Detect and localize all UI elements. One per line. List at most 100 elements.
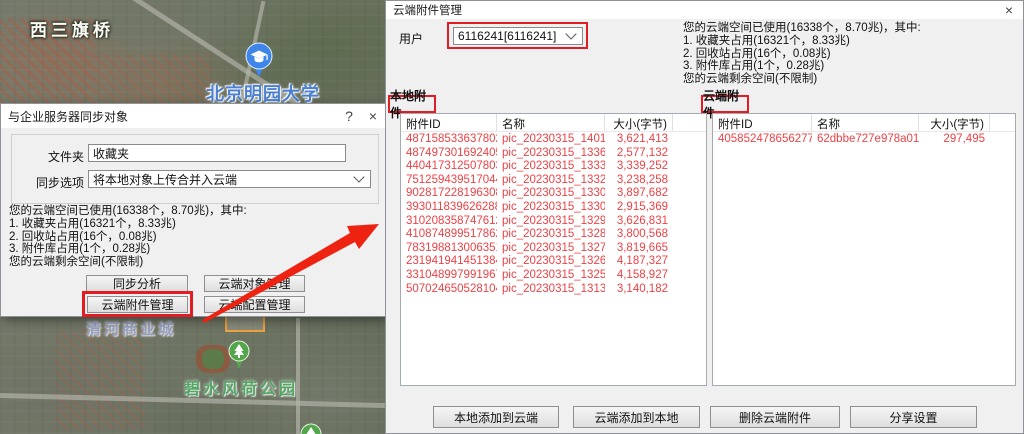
table-row[interactable]: 405852478656277007562dbbe727e978a012...2… <box>713 133 1015 147</box>
attachment-dialog-title: 云端附件管理 <box>386 2 995 18</box>
help-button[interactable]: ? <box>337 108 361 124</box>
table-cell: pic_20230315_13302... <box>497 187 605 201</box>
table-cell: 4404173125078035193 <box>401 160 497 174</box>
column-header-id[interactable]: 附件ID <box>401 114 497 131</box>
table-cell: 4,158,927 <box>605 269 673 283</box>
table-cell: 2319419414513845836 <box>401 255 497 269</box>
usage-line: 您的云端剩余空间(不限制) <box>683 73 921 86</box>
close-icon[interactable]: × <box>995 2 1023 18</box>
chevron-down-icon <box>353 171 364 182</box>
table-cell: 4874973016924055259 <box>401 147 497 161</box>
column-header-id[interactable]: 附件ID <box>713 114 812 131</box>
table-row[interactable]: 4874973016924055259pic_20230315_13364...… <box>401 147 706 161</box>
table-cell: pic_20230315_13254... <box>497 269 605 283</box>
column-header-name[interactable]: 名称 <box>497 114 605 131</box>
table-cell: 4871585336378026500 <box>401 133 497 147</box>
chevron-down-icon <box>565 28 576 39</box>
table-cell: 3,140,182 <box>605 283 673 297</box>
table-row[interactable]: 9028172281963083908pic_20230315_13302...… <box>401 187 706 201</box>
table-cell: 9028172281963083908 <box>401 187 497 201</box>
table-cell: 3,819,665 <box>605 242 673 256</box>
column-header-spacer <box>990 114 1015 131</box>
table-cell: 2,915,369 <box>605 201 673 215</box>
sync-option-label: 同步选项 <box>12 174 84 191</box>
column-header-size[interactable]: 大小(字节) <box>605 114 673 131</box>
cloud-attachments-label: 云端附件 <box>701 95 749 113</box>
table-cell: pic_20230315_13335... <box>497 160 605 174</box>
table-cell: 3,621,413 <box>605 133 673 147</box>
attachment-dialog-titlebar[interactable]: 云端附件管理 × <box>386 1 1023 19</box>
sync-dialog-title: 与企业服务器同步对象 <box>1 108 337 125</box>
table-cell: pic_20230315_13280... <box>497 228 605 242</box>
add-cloud-to-local-button[interactable]: 云端添加到本地 <box>573 406 700 428</box>
table-body[interactable]: 405852478656277007562dbbe727e978a012...2… <box>713 132 1015 147</box>
table-cell: pic_20230315_13300... <box>497 201 605 215</box>
table-cell: pic_20230315_14011... <box>497 133 605 147</box>
user-select[interactable]: 6116241[6116241] <box>453 27 583 45</box>
local-attachments-label: 本地附件 <box>388 95 436 113</box>
table-row[interactable]: 7831988130063512135pic_20230315_13274...… <box>401 242 706 256</box>
table-cell: 331048997991967332 <box>401 269 497 283</box>
table-header[interactable]: 附件ID 名称 大小(字节) <box>401 114 706 132</box>
table-header[interactable]: 附件ID 名称 大小(字节) <box>713 114 1015 132</box>
table-row[interactable]: 4871585336378026500pic_20230315_14011...… <box>401 133 706 147</box>
local-attachments-table[interactable]: 附件ID 名称 大小(字节) 4871585336378026500pic_20… <box>400 113 707 386</box>
table-cell: pic_20230315_13294... <box>497 215 605 229</box>
table-row[interactable]: 4404173125078035193pic_20230315_13335...… <box>401 160 706 174</box>
table-cell: 3,339,252 <box>605 160 673 174</box>
column-header-size[interactable]: 大小(字节) <box>919 114 990 131</box>
table-cell: 5070246505281045512 <box>401 283 497 297</box>
table-cell: 3,238,258 <box>605 174 673 188</box>
graduation-cap-icon <box>245 42 273 78</box>
table-cell: 3930118396262883985 <box>401 201 497 215</box>
map-roof-cluster <box>55 330 145 430</box>
share-settings-button[interactable]: 分享设置 <box>850 406 977 428</box>
table-cell: 4058524786562770075 <box>713 133 812 147</box>
table-body[interactable]: 4871585336378026500pic_20230315_14011...… <box>401 132 706 296</box>
close-icon[interactable]: × <box>361 108 385 124</box>
attachment-usage-text: 您的云端空间已使用(16338个，8.70兆)，其中:1. 收藏夹占用(1632… <box>683 22 921 86</box>
table-cell: 7512594395170448695 <box>401 174 497 188</box>
attachment-dialog: 云端附件管理 × 用户 6116241[6116241] 您的云端空间已使用(1… <box>385 0 1024 434</box>
table-row[interactable]: 2319419414513845836pic_20230315_13263...… <box>401 255 706 269</box>
table-cell: 3,897,682 <box>605 187 673 201</box>
sync-dialog-titlebar[interactable]: 与企业服务器同步对象 ? × <box>1 104 385 128</box>
table-row[interactable]: 4108748995178624514pic_20230315_13280...… <box>401 228 706 242</box>
table-cell: pic_20230315_13263... <box>497 255 605 269</box>
map-label-bishui-park: 碧水风荷公园 <box>184 375 298 399</box>
add-local-to-cloud-button[interactable]: 本地添加到云端 <box>433 406 559 428</box>
table-cell: 62dbbe727e978a012... <box>812 133 919 147</box>
table-cell: 3,626,831 <box>605 215 673 229</box>
table-cell: 3,800,568 <box>605 228 673 242</box>
table-row[interactable]: 5070246505281045512pic_20230315_13134...… <box>401 283 706 297</box>
table-cell: 2,577,132 <box>605 147 673 161</box>
usage-line: 2. 回收站占用(16个，0.08兆) <box>683 48 921 61</box>
column-header-name[interactable]: 名称 <box>812 114 919 131</box>
map-sports-field <box>196 345 230 373</box>
folder-label: 文件夹 <box>24 148 84 165</box>
tree-icon <box>228 340 250 370</box>
sync-analyze-button[interactable]: 同步分析 <box>86 275 188 292</box>
usage-line: 您的云端空间已使用(16338个，8.70兆)，其中: <box>683 22 921 35</box>
table-cell: 297,495 <box>919 133 990 147</box>
annotation-arrow <box>190 210 390 330</box>
table-cell: 4,187,327 <box>605 255 673 269</box>
table-cell: pic_20230315_13134... <box>497 283 605 297</box>
table-row[interactable]: 3930118396262883985pic_20230315_13300...… <box>401 201 706 215</box>
cloud-attachments-table[interactable]: 附件ID 名称 大小(字节) 405852478656277007562dbbe… <box>712 113 1016 386</box>
table-row[interactable]: 7512594395170448695pic_20230315_13322...… <box>401 174 706 188</box>
table-row[interactable]: 31020835874761260pic_20230315_13294...3,… <box>401 215 706 229</box>
sync-option-select[interactable]: 将本地对象上传合并入云端 <box>88 170 371 188</box>
cloud-attachment-manage-button[interactable]: 云端附件管理 <box>87 296 188 313</box>
user-value: 6116241[6116241] <box>458 29 567 43</box>
usage-line: 1. 收藏夹占用(16321个，8.33兆) <box>683 35 921 48</box>
table-cell: 4108748995178624514 <box>401 228 497 242</box>
table-row[interactable]: 331048997991967332pic_20230315_13254...4… <box>401 269 706 283</box>
folder-input[interactable] <box>88 144 346 162</box>
delete-cloud-attachment-button[interactable]: 删除云端附件 <box>710 406 840 428</box>
map-label-qinghe-mall: 清河商业城 <box>86 318 176 339</box>
user-label: 用户 <box>399 30 423 47</box>
table-cell: pic_20230315_13364... <box>497 147 605 161</box>
table-cell: 31020835874761260 <box>401 215 497 229</box>
column-header-spacer <box>673 114 706 131</box>
